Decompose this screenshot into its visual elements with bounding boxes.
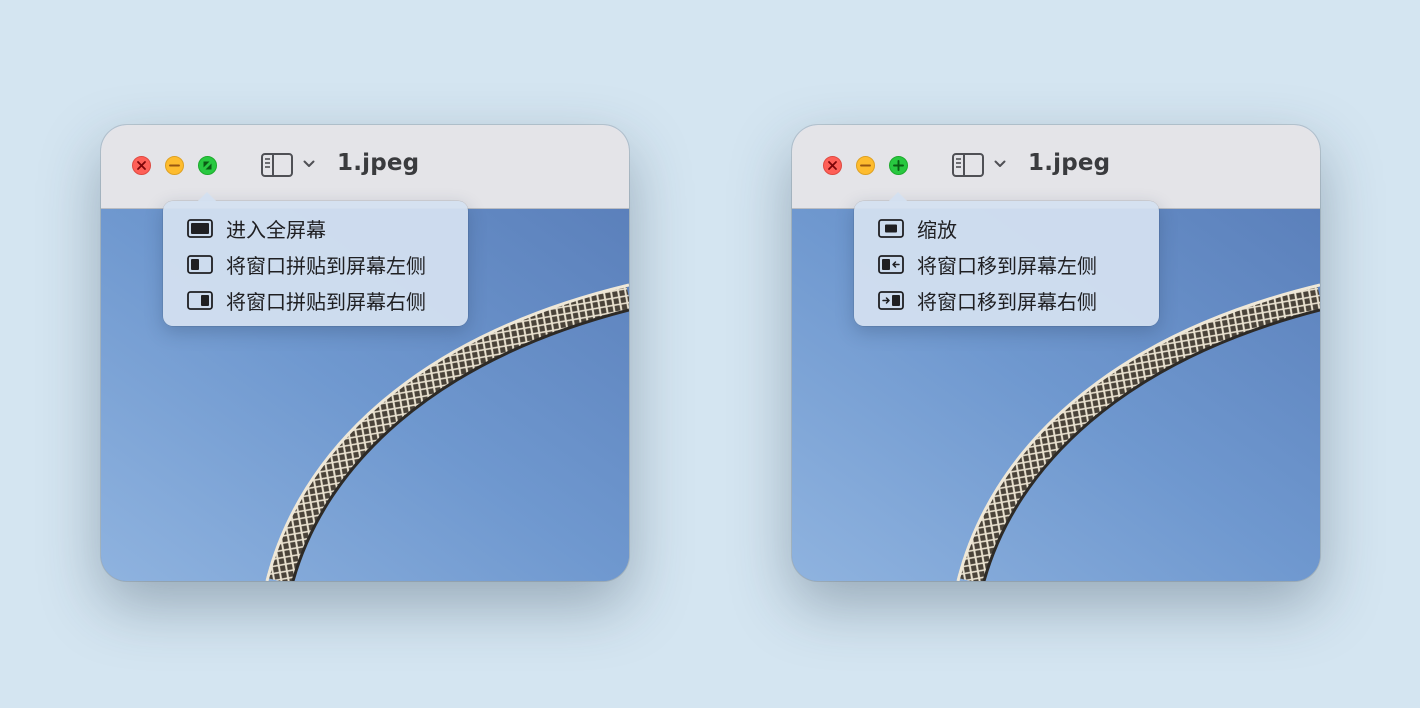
menu-item-enter-fullscreen[interactable]: 进入全屏幕 <box>187 214 326 242</box>
menu-item-label: 进入全屏幕 <box>226 217 326 242</box>
close-button[interactable] <box>823 156 842 175</box>
menu-item-label: 将窗口拼贴到屏幕左侧 <box>226 253 426 278</box>
document-title: 1.jpeg <box>1028 150 1111 176</box>
title-bar: 1.jpeg <box>101 125 629 209</box>
close-button[interactable] <box>132 156 151 175</box>
menu-item-label: 将窗口拼贴到屏幕右侧 <box>226 289 426 314</box>
chevron-down-icon[interactable] <box>994 159 1006 169</box>
sidebar-toggle-icon[interactable] <box>952 153 984 177</box>
preview-window-left: 1.jpeg 进入全屏幕 将窗口拼贴到屏幕左侧 将窗口拼贴到屏幕右侧 <box>101 125 629 581</box>
minimize-button[interactable] <box>856 156 875 175</box>
zoom-plus-icon <box>893 160 904 171</box>
minimize-icon <box>860 164 871 167</box>
menu-item-label: 将窗口移到屏幕左侧 <box>917 253 1097 278</box>
menu-item-move-right[interactable]: 将窗口移到屏幕右侧 <box>878 286 1097 314</box>
zoom-icon <box>878 218 904 238</box>
close-icon <box>828 161 837 170</box>
tile-left-icon <box>187 254 213 274</box>
close-icon <box>137 161 146 170</box>
menu-item-label: 缩放 <box>917 217 957 242</box>
fullscreen-icon <box>187 218 213 238</box>
menu-item-tile-left[interactable]: 将窗口拼贴到屏幕左侧 <box>187 250 426 278</box>
document-title: 1.jpeg <box>337 150 420 176</box>
zoom-button[interactable] <box>889 156 908 175</box>
menu-item-label: 将窗口移到屏幕右侧 <box>917 289 1097 314</box>
chevron-down-icon[interactable] <box>303 159 315 169</box>
tile-right-icon <box>187 290 213 310</box>
preview-window-right: 1.jpeg 缩放 将窗口移到屏幕左侧 将窗口移到屏幕右侧 <box>792 125 1320 581</box>
move-right-icon <box>878 290 904 310</box>
window-tiling-menu: 进入全屏幕 将窗口拼贴到屏幕左侧 将窗口拼贴到屏幕右侧 <box>163 192 468 326</box>
fullscreen-button[interactable] <box>198 156 217 175</box>
minimize-icon <box>169 164 180 167</box>
fullscreen-icon <box>203 161 212 170</box>
window-move-menu: 缩放 将窗口移到屏幕左侧 将窗口移到屏幕右侧 <box>854 192 1159 326</box>
menu-item-zoom[interactable]: 缩放 <box>878 214 957 242</box>
menu-item-move-left[interactable]: 将窗口移到屏幕左侧 <box>878 250 1097 278</box>
minimize-button[interactable] <box>165 156 184 175</box>
move-left-icon <box>878 254 904 274</box>
sidebar-toggle-icon[interactable] <box>261 153 293 177</box>
title-bar: 1.jpeg <box>792 125 1320 209</box>
menu-item-tile-right[interactable]: 将窗口拼贴到屏幕右侧 <box>187 286 426 314</box>
